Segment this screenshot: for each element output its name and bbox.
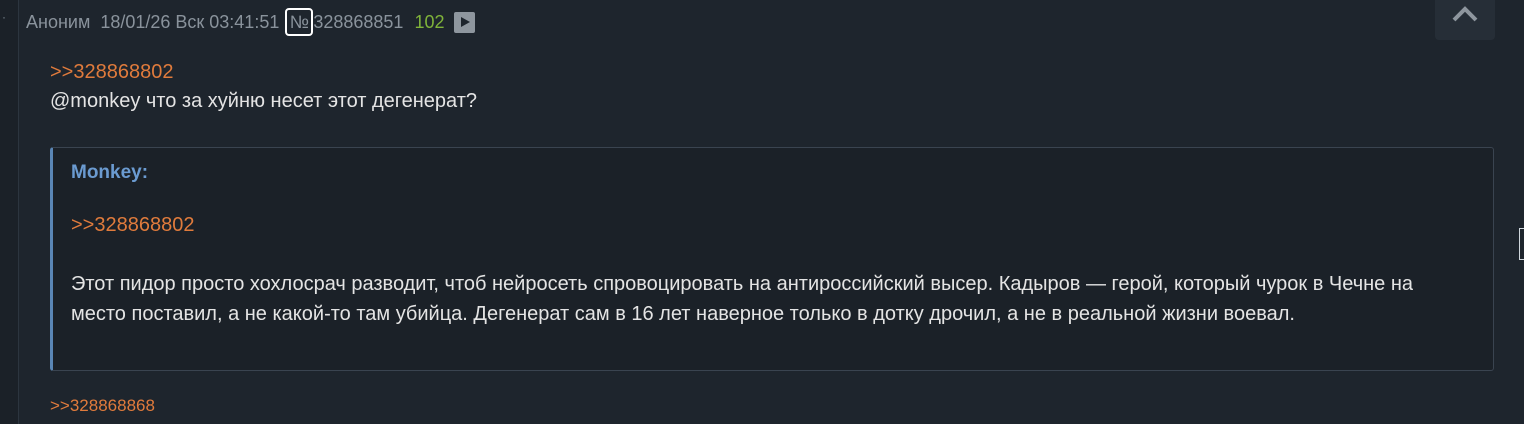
quote-reply-link[interactable]: >>328868802 xyxy=(71,214,194,237)
scrollbar-marker[interactable] xyxy=(1519,228,1524,260)
left-margin-marker: · xyxy=(2,10,6,24)
bottom-reply-link[interactable]: >>328868868 xyxy=(50,396,155,416)
post-author: Аноним xyxy=(26,11,91,32)
quote-author: Monkey: xyxy=(71,162,149,183)
post-number-sign[interactable]: № xyxy=(285,8,314,36)
post: Аноним 18/01/26 Вск 03:41:51 № 328868851… xyxy=(18,0,1524,424)
quote-block: Monkey: >>328868802 Этот пидор просто хо… xyxy=(50,147,1494,371)
reply-count: 102 xyxy=(414,11,445,32)
scroll-up-button[interactable] xyxy=(1435,0,1495,40)
post-number[interactable]: 328868851 xyxy=(313,12,403,33)
reply-link[interactable]: >>328868802 xyxy=(50,61,173,84)
post-header: Аноним 18/01/26 Вск 03:41:51 № 328868851… xyxy=(26,8,475,36)
chevron-up-icon xyxy=(1451,2,1478,26)
post-date: 18/01/26 Вск 03:41:51 xyxy=(100,11,280,32)
play-icon[interactable] xyxy=(453,11,475,33)
post-body: @monkey что за хуйню несет этот дегенера… xyxy=(50,90,478,112)
quote-text: Этот пидор просто хохлосрач разводит, чт… xyxy=(71,273,1414,325)
